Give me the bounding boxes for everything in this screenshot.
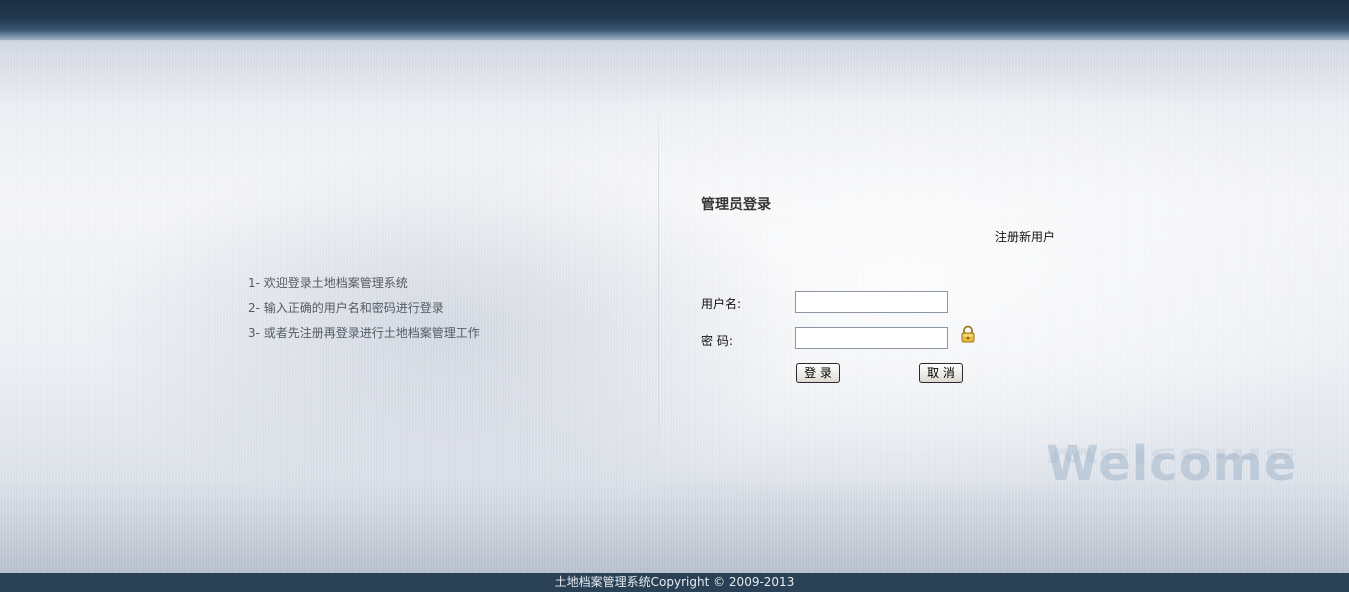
login-button[interactable]: 登 录 (796, 363, 840, 383)
instruction-item: 3- 或者先注册再登录进行土地档案管理工作 (248, 326, 480, 340)
password-input[interactable] (795, 327, 948, 349)
main-content-area (0, 42, 1349, 573)
login-page: 1- 欢迎登录土地档案管理系统 2- 输入正确的用户名和密码进行登录 3- 或者… (0, 0, 1349, 592)
password-label: 密 码: (701, 334, 733, 348)
top-header-bar (0, 0, 1349, 40)
login-title: 管理员登录 (701, 197, 771, 213)
cancel-button[interactable]: 取 消 (919, 363, 963, 383)
welcome-watermark-reflection: Welcome (1046, 443, 1298, 466)
instruction-item: 2- 输入正确的用户名和密码进行登录 (248, 301, 444, 315)
instruction-list: 1- 欢迎登录土地档案管理系统 2- 输入正确的用户名和密码进行登录 3- 或者… (248, 274, 480, 349)
username-input[interactable] (795, 291, 948, 313)
lock-icon (960, 325, 976, 343)
username-label: 用户名: (701, 297, 742, 311)
copyright-text: 土地档案管理系统Copyright © 2009-2013 (554, 575, 795, 589)
instruction-item: 1- 欢迎登录土地档案管理系统 (248, 276, 408, 290)
vertical-divider (658, 100, 659, 465)
register-link[interactable]: 注册新用户 (995, 228, 1055, 245)
footer-bar: 土地档案管理系统Copyright © 2009-2013 (0, 573, 1349, 592)
